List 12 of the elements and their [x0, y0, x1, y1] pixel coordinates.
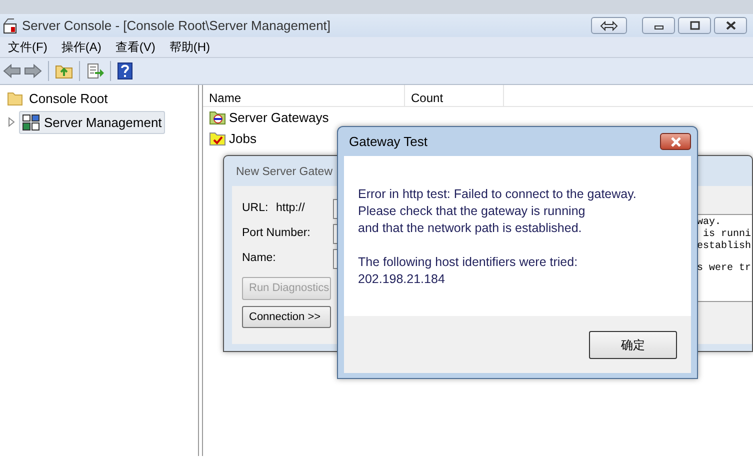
log-line: s were tr [697, 263, 752, 275]
window-title: Server Console - [Console Root\Server Management] [22, 16, 331, 35]
dialog-title: New Server Gatew [235, 165, 334, 180]
log-line: is runni [702, 229, 752, 240]
field-label: Name: [242, 250, 277, 266]
field-label: Port Number: [242, 226, 312, 241]
url-prefix: http:// [276, 200, 306, 216]
dialog-title: Gateway Test [349, 132, 428, 151]
field-label: URL: [242, 200, 270, 216]
message-text: Error in http test: Failed to connect to the gateway. Please check that the gateway is running and that the network path is established. [358, 186, 638, 237]
log-line: establish [697, 241, 752, 253]
message-text: The following host identifiers were tried: 202.198.21.184 [358, 254, 579, 288]
